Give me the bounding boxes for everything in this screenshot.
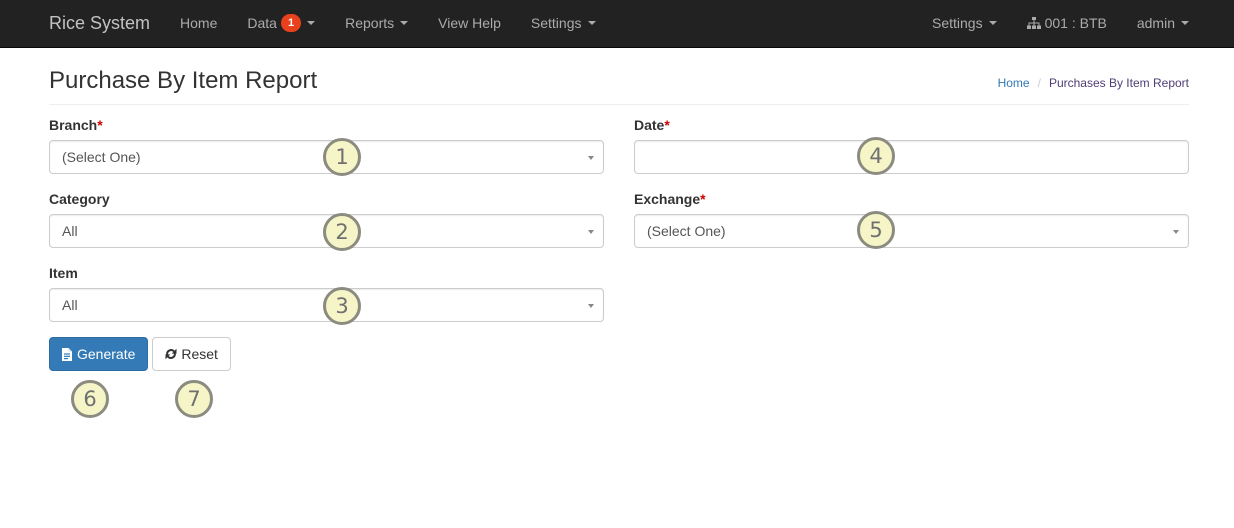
- annotation-marker-1: 1: [323, 138, 361, 176]
- annotation-marker-6: 6: [71, 380, 109, 418]
- action-buttons: Generate Reset: [49, 337, 231, 371]
- item-label: Item: [49, 263, 604, 283]
- date-group: Date*: [634, 115, 1189, 174]
- breadcrumb-home-link[interactable]: Home: [998, 76, 1030, 90]
- reset-button-label: Reset: [181, 346, 218, 362]
- exchange-group: Exchange* (Select One): [634, 189, 1189, 248]
- required-mark: *: [97, 117, 103, 133]
- select-caret-icon: [588, 304, 594, 308]
- navbar-right: Settings 001: BTB admin: [917, 0, 1204, 46]
- category-label: Category: [49, 189, 604, 209]
- notification-badge: 1: [280, 14, 302, 32]
- nav-item-settings[interactable]: Settings: [516, 0, 611, 46]
- branch-select-value: (Select One): [62, 149, 141, 165]
- nav-item-data[interactable]: Data 1: [232, 0, 330, 46]
- navbar-left: Rice System Home Data 1 Reports View Hel…: [49, 0, 611, 46]
- annotation-number: 7: [187, 387, 201, 411]
- caret-down-icon: [307, 21, 316, 25]
- exchange-select[interactable]: (Select One): [634, 214, 1189, 248]
- nav-item-user[interactable]: admin: [1122, 0, 1204, 46]
- caret-down-icon: [587, 21, 596, 25]
- nav-item-settings-right[interactable]: Settings: [917, 0, 1012, 46]
- file-text-icon: [62, 347, 72, 361]
- required-mark: *: [700, 191, 706, 207]
- breadcrumb-separator: /: [1037, 76, 1041, 90]
- date-input[interactable]: [634, 140, 1189, 174]
- navbar-inner: Rice System Home Data 1 Reports View Hel…: [49, 0, 1189, 46]
- annotation-number: 5: [869, 218, 883, 242]
- page-title: Purchase By Item Report: [49, 67, 318, 94]
- annotation-marker-5: 5: [857, 211, 895, 249]
- nav-item-label: 001 : BTB: [1044, 15, 1107, 31]
- item-label-text: Item: [49, 265, 78, 281]
- nav-item-reports[interactable]: Reports: [330, 0, 423, 46]
- exchange-label-text: Exchange: [634, 191, 701, 207]
- annotation-marker-3: 3: [323, 287, 361, 325]
- caret-down-icon: [1181, 21, 1189, 25]
- annotation-marker-7: 7: [175, 380, 213, 418]
- nav-item-view-help[interactable]: View Help: [423, 0, 516, 46]
- generate-button[interactable]: Generate: [49, 337, 149, 371]
- nav-item-label: admin: [1136, 15, 1175, 31]
- nav-item-label: Settings: [530, 15, 582, 31]
- item-select-value: All: [62, 297, 78, 313]
- select-caret-icon: [1173, 230, 1179, 234]
- form-right-column: Date* Exchange* (Select One): [634, 115, 1189, 263]
- select-caret-icon: [588, 156, 594, 160]
- nav-item-label: Data: [247, 15, 277, 31]
- caret-down-icon: [988, 21, 997, 25]
- nav-item-label: View Help: [438, 15, 501, 31]
- annotation-number: 3: [335, 294, 349, 318]
- annotation-marker-2: 2: [323, 213, 361, 251]
- nav-item-label: Home: [180, 15, 218, 31]
- category-select-value: All: [62, 223, 78, 239]
- nav-item-home[interactable]: Home: [165, 0, 232, 46]
- date-label-text: Date: [634, 117, 665, 133]
- generate-button-label: Generate: [77, 346, 136, 362]
- exchange-label: Exchange*: [634, 189, 1189, 209]
- navbar: Rice System Home Data 1 Reports View Hel…: [0, 0, 1234, 48]
- select-caret-icon: [588, 230, 594, 234]
- reset-button[interactable]: Reset: [152, 337, 231, 371]
- annotation-number: 6: [83, 387, 97, 411]
- annotation-number: 2: [335, 220, 349, 244]
- breadcrumb: Home / Purchases By Item Report: [998, 74, 1189, 92]
- nav-item-branch[interactable]: 001 : BTB: [1012, 0, 1122, 46]
- nav-item-label: Reports: [345, 15, 395, 31]
- refresh-icon: [165, 348, 177, 360]
- branch-label-text: Branch: [49, 117, 98, 133]
- exchange-select-value: (Select One): [647, 223, 726, 239]
- nav-item-label: Settings: [932, 15, 983, 31]
- sitemap-icon: [1026, 17, 1041, 29]
- annotation-number: 1: [335, 145, 349, 169]
- required-mark: *: [664, 117, 670, 133]
- category-label-text: Category: [49, 191, 110, 207]
- caret-down-icon: [400, 21, 409, 25]
- page-header: Purchase By Item Report Home / Purchases B…: [49, 48, 1189, 105]
- date-label: Date*: [634, 115, 1189, 135]
- branch-label: Branch*: [49, 115, 604, 135]
- brand-link[interactable]: Rice System: [49, 0, 165, 46]
- breadcrumb-current: Purchases By Item Report: [1048, 76, 1189, 90]
- annotation-marker-4: 4: [857, 137, 895, 175]
- annotation-number: 4: [869, 144, 883, 168]
